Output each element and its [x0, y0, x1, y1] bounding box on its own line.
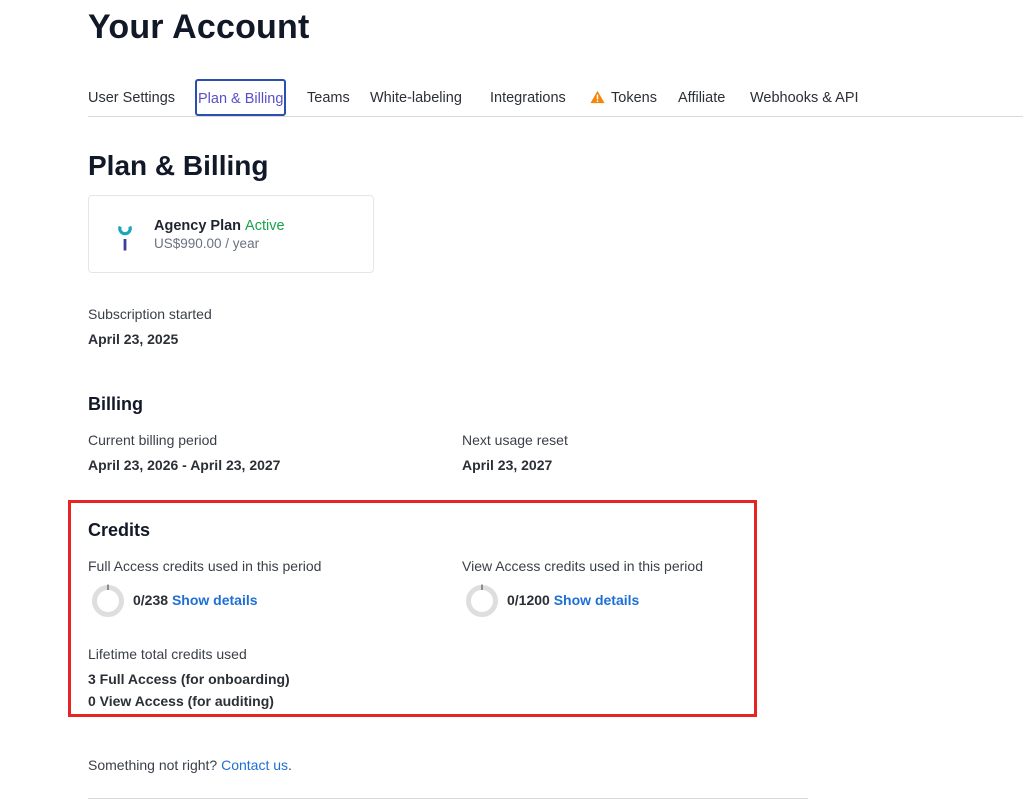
tab-white-labeling[interactable]: White-labeling: [370, 78, 462, 116]
full-access-show-details-link[interactable]: Show details: [172, 592, 258, 608]
full-access-credits-count: 0/238 Show details: [133, 592, 258, 608]
plan-status-badge: Active: [245, 218, 285, 234]
current-billing-period-label: Current billing period: [88, 432, 218, 448]
tab-plan-billing[interactable]: Plan & Billing: [195, 79, 287, 116]
tab-affiliate[interactable]: Affiliate: [678, 78, 725, 116]
warning-icon: [590, 90, 605, 104]
current-billing-period-value: April 23, 2026 - April 23, 2027: [88, 457, 281, 473]
lifetime-view-access-value: 0 View Access (for auditing): [88, 693, 274, 709]
billing-title: Billing: [88, 394, 143, 414]
footer-help-text: Something not right?: [88, 757, 218, 773]
tab-teams[interactable]: Teams: [307, 78, 350, 116]
full-access-credits-label: Full Access credits used in this period: [88, 558, 322, 574]
next-usage-reset-label: Next usage reset: [462, 432, 568, 448]
plan-name-text: Agency Plan: [154, 218, 242, 234]
plan-price: US$990.00 / year: [154, 236, 260, 251]
credits-title: Credits: [88, 520, 151, 540]
footer-divider: [88, 798, 808, 799]
account-tabs: User Settings Plan & Billing Teams White…: [88, 78, 1023, 117]
section-title: Plan & Billing: [88, 150, 269, 181]
subscription-started-date: April 23, 2025: [88, 331, 179, 347]
full-access-usage-donut: [92, 584, 124, 617]
plan-card: Agency Plan Active US$990.00 / year: [88, 195, 374, 273]
lifetime-full-access-value: 3 Full Access (for onboarding): [88, 671, 290, 687]
view-access-credits-label: View Access credits used in this period: [462, 558, 703, 574]
tab-tokens-label: Tokens: [611, 90, 657, 106]
plan-logo-icon: [118, 225, 132, 251]
full-access-count-text: 0/238: [133, 592, 169, 608]
footer-period: .: [288, 757, 292, 773]
lifetime-credits-label: Lifetime total credits used: [88, 646, 247, 662]
plan-name: Agency Plan Active: [154, 218, 285, 234]
tab-tokens[interactable]: Tokens: [590, 78, 657, 116]
view-access-usage-donut: [466, 584, 498, 617]
next-usage-reset-value: April 23, 2027: [462, 457, 553, 473]
view-access-count-text: 0/1200: [507, 592, 550, 608]
view-access-show-details-link[interactable]: Show details: [554, 592, 640, 608]
tab-integrations[interactable]: Integrations: [490, 78, 566, 116]
footer-help: Something not right? Contact us.: [88, 757, 292, 773]
contact-us-link[interactable]: Contact us: [221, 757, 288, 773]
tab-webhooks-api[interactable]: Webhooks & API: [750, 78, 859, 116]
page-title: Your Account: [88, 8, 310, 46]
tab-user-settings[interactable]: User Settings: [88, 78, 175, 116]
view-access-credits-count: 0/1200 Show details: [507, 592, 639, 608]
subscription-started-label: Subscription started: [88, 306, 212, 322]
